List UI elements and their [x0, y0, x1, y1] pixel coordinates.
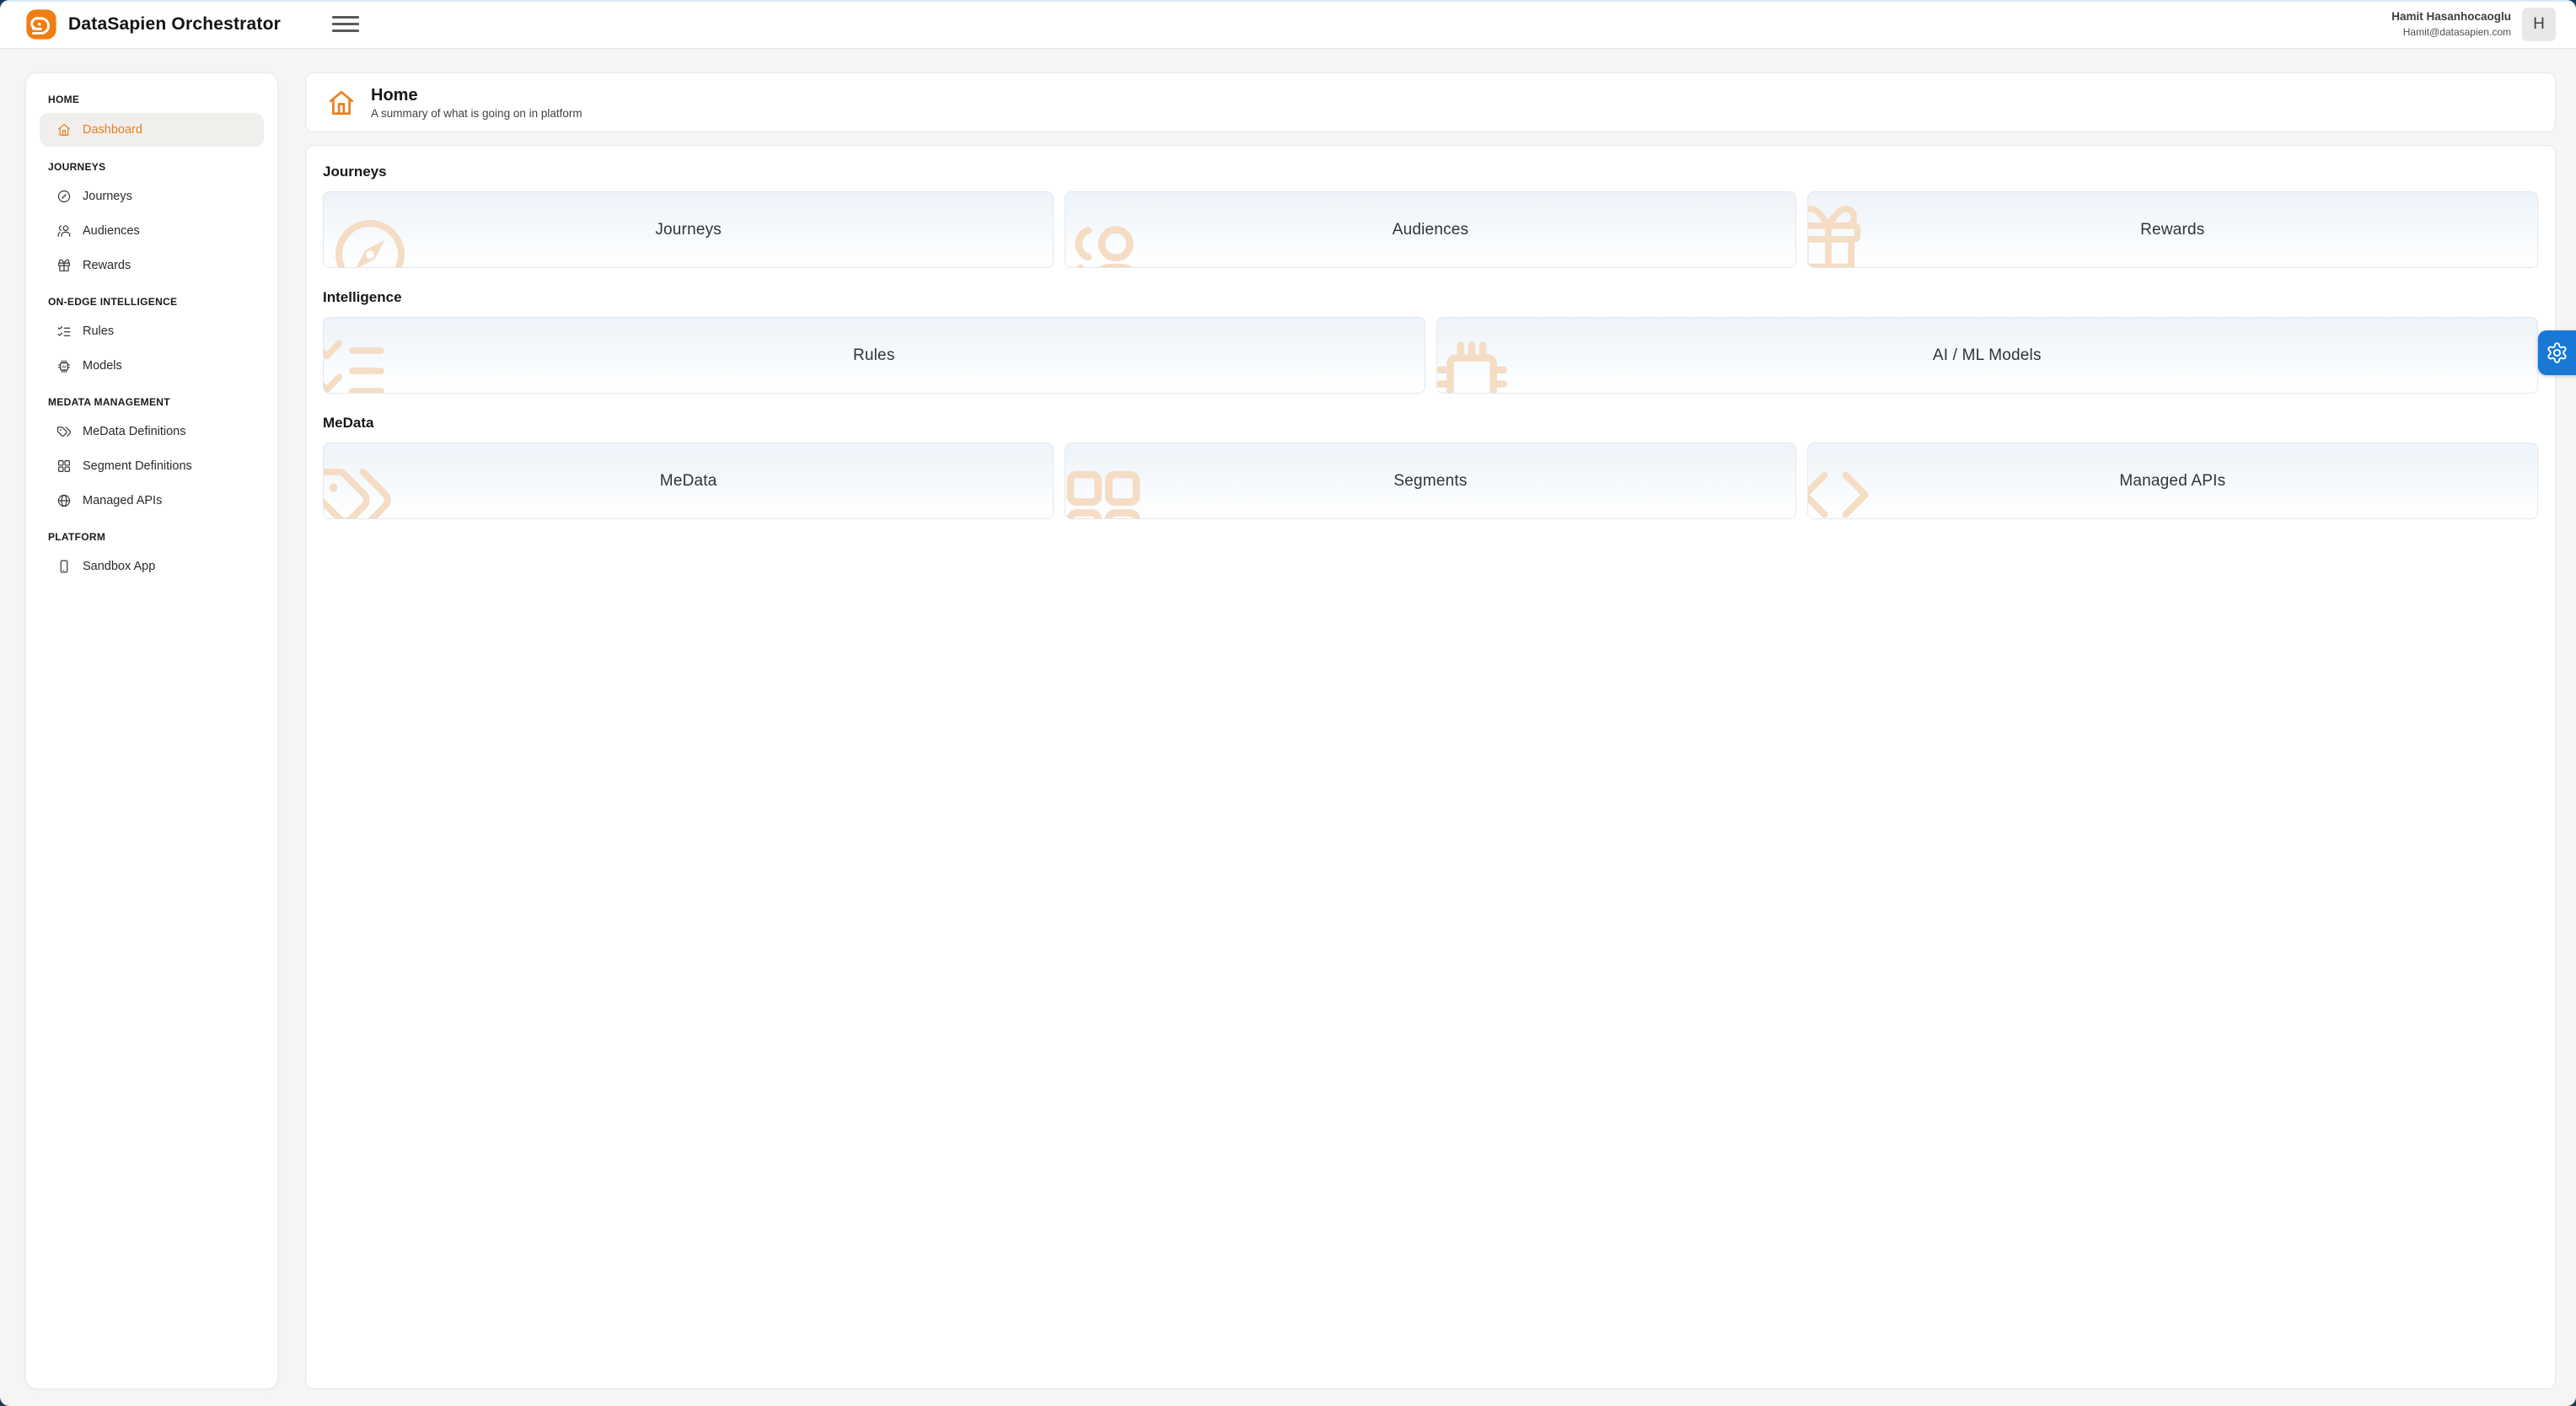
page-title: Home [371, 85, 582, 105]
nav-section-label-on-edge-intelligence: ON-EDGE INTELLIGENCE [48, 296, 255, 308]
avatar[interactable]: H [2522, 8, 2556, 41]
tile-segments[interactable]: Segments [1065, 443, 1795, 519]
tile-rules[interactable]: Rules [323, 317, 1425, 394]
tile-label: Rewards [1808, 192, 2537, 267]
tile-label: AI / ML Models [1437, 318, 2538, 393]
sidebar-item-managed-apis[interactable]: Managed APIs [40, 485, 264, 517]
tile-ai-ml-models[interactable]: AI / ML Models [1436, 317, 2539, 394]
home-icon [326, 88, 357, 118]
section-title-medata: MeData [323, 415, 2538, 432]
tile-row-journeys: Journeys Audiences Rewards [323, 191, 2538, 268]
users-icon [56, 223, 72, 239]
sidebar-item-label: Rules [83, 325, 114, 338]
tile-row-medata: MeData Segments Managed APIs [323, 443, 2538, 519]
compass-icon [56, 189, 72, 204]
sidebar-item-audiences[interactable]: Audiences [40, 215, 264, 247]
tile-label: MeData [324, 443, 1053, 518]
sidebar-item-medata-definitions[interactable]: MeData Definitions [40, 416, 264, 448]
page-header-card: Home A summary of what is going on in pl… [305, 72, 2556, 132]
sidebar-item-label: Managed APIs [83, 494, 162, 507]
grid-icon [56, 459, 72, 474]
header: DataSapien Orchestrator Hamit Hasanhocao… [0, 0, 2576, 49]
tag-icon [56, 424, 72, 439]
sidebar-item-label: MeData Definitions [83, 425, 186, 438]
sidebar-item-label: Journeys [83, 190, 132, 203]
user-info: Hamit Hasanhocaoglu Hamit@datasapien.com… [2391, 8, 2556, 41]
tile-label: Audiences [1065, 192, 1795, 267]
tile-label: Segments [1065, 443, 1795, 518]
gear-icon [2546, 341, 2568, 364]
tile-row-intelligence: Rules AI / ML Models [323, 317, 2538, 394]
app-title: DataSapien Orchestrator [68, 14, 281, 35]
sidebar-item-rewards[interactable]: Rewards [40, 250, 264, 282]
home-icon [56, 122, 72, 137]
tile-label: Journeys [324, 192, 1053, 267]
content-area: HOME Dashboard JOURNEYS Journeys Audienc… [0, 49, 2576, 1406]
gift-icon [56, 258, 72, 273]
sidebar-item-rules[interactable]: Rules [40, 315, 264, 347]
nav-section-label-platform: PLATFORM [48, 531, 255, 543]
nav-section-label-journeys: JOURNEYS [48, 161, 255, 173]
user-email: Hamit@datasapien.com [2391, 25, 2511, 39]
tile-label: Rules [324, 318, 1425, 393]
tile-audiences[interactable]: Audiences [1065, 191, 1795, 268]
page-subtitle: A summary of what is going on in platfor… [371, 107, 582, 120]
main-area: Home A summary of what is going on in pl… [305, 72, 2556, 1389]
sidebar-item-segment-definitions[interactable]: Segment Definitions [40, 450, 264, 482]
sidebar-item-models[interactable]: Models [40, 350, 264, 382]
nav-section-label-medata-management: MEDATA MANAGEMENT [48, 396, 255, 408]
tile-journeys[interactable]: Journeys [323, 191, 1054, 268]
sidebar: HOME Dashboard JOURNEYS Journeys Audienc… [25, 72, 278, 1389]
sidebar-item-label: Sandbox App [83, 560, 155, 573]
sidebar-item-label: Audiences [83, 224, 140, 238]
smartphone-icon [56, 559, 72, 574]
globe-icon [56, 493, 72, 508]
hamburger-menu-button[interactable] [331, 12, 360, 37]
sidebar-item-sandbox-app[interactable]: Sandbox App [40, 550, 264, 582]
app-window: DataSapien Orchestrator Hamit Hasanhocao… [0, 0, 2576, 1406]
nav-section-label-home: HOME [48, 94, 255, 105]
tile-rewards[interactable]: Rewards [1807, 191, 2538, 268]
section-title-intelligence: Intelligence [323, 289, 2538, 306]
sidebar-item-label: Segment Definitions [83, 459, 192, 473]
settings-button[interactable] [2538, 330, 2576, 375]
dashboard-panel: Journeys Journeys Audiences [305, 145, 2556, 1389]
checklist-icon [56, 324, 72, 339]
ai-chip-icon [56, 358, 72, 373]
sidebar-item-journeys[interactable]: Journeys [40, 180, 264, 212]
tile-label: Managed APIs [1808, 443, 2537, 518]
user-name: Hamit Hasanhocaoglu [2391, 9, 2511, 24]
sidebar-item-label: Dashboard [83, 123, 142, 137]
datasapien-logo-icon [25, 8, 57, 40]
tile-managed-apis[interactable]: Managed APIs [1807, 443, 2538, 519]
sidebar-item-dashboard[interactable]: Dashboard [40, 113, 264, 147]
sidebar-item-label: Models [83, 359, 122, 373]
sidebar-item-label: Rewards [83, 259, 131, 272]
section-title-journeys: Journeys [323, 164, 2538, 180]
tile-medata[interactable]: MeData [323, 443, 1054, 519]
